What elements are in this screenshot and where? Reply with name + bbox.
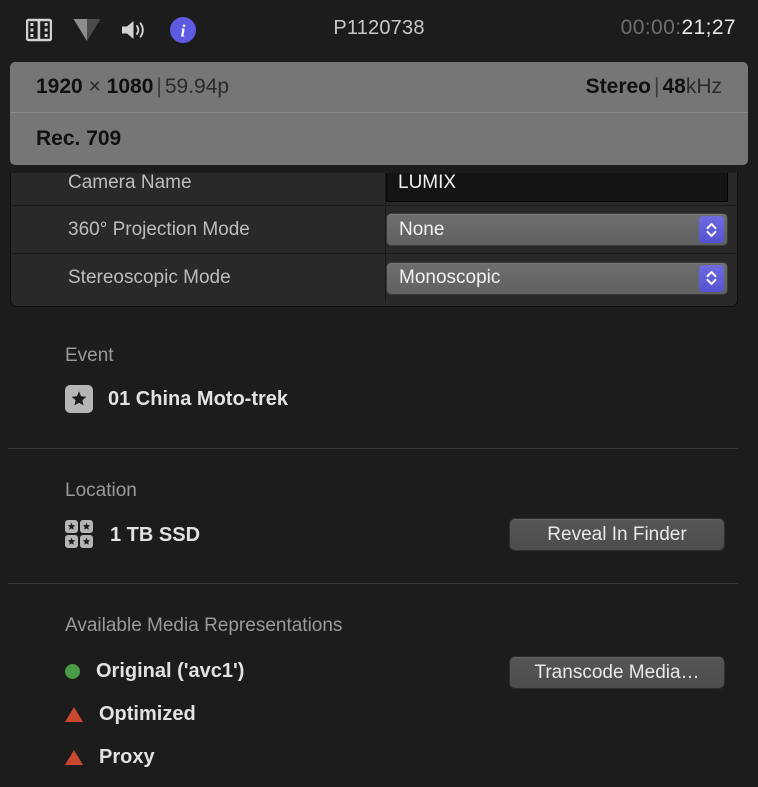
format-divider-2: |	[654, 75, 660, 98]
audio-channels: Stereo	[585, 75, 651, 98]
media-representation-original: Original ('avc1')	[65, 660, 244, 683]
media-representation-label: Optimized	[99, 703, 196, 725]
divider-event-location	[8, 448, 738, 449]
chevron-updown-icon[interactable]	[699, 216, 724, 243]
section-title-location: Location	[65, 480, 137, 501]
row-stereoscopic-mode: Stereoscopic Mode Monoscopic	[11, 254, 737, 302]
metadata-row-colorspace: Rec. 709	[10, 113, 748, 164]
audio-format-summary: Stereo | 48kHz	[586, 75, 722, 99]
resolution-height: 1080	[106, 75, 154, 98]
media-metadata-banner: 1920 × 1080 | 59.94p Stereo | 48kHz Rec. 709	[10, 62, 748, 165]
projection-mode-value: None	[399, 218, 445, 240]
location-name: 1 TB SSD	[110, 523, 201, 546]
timecode-value: 21;27	[681, 16, 736, 39]
library-cell	[80, 520, 93, 533]
location-item[interactable]: 1 TB SSD	[65, 520, 200, 550]
status-unavailable-icon	[65, 750, 83, 765]
chevron-updown-icon[interactable]	[699, 264, 724, 292]
divider-location-media	[8, 583, 738, 584]
resolution-times: ×	[88, 75, 101, 98]
section-title-media-representations: Available Media Representations	[65, 615, 343, 636]
media-representation-label: Original ('avc1')	[96, 660, 245, 682]
video-format-summary: 1920 × 1080 | 59.94p	[36, 75, 229, 99]
frame-rate: 59.94p	[164, 75, 230, 98]
row-camera-name: Camera Name LUMIX	[11, 173, 737, 206]
row-value-camera-name: LUMIX	[386, 173, 737, 202]
timecode-leading-zeros: 00:00:	[620, 16, 682, 39]
section-title-event: Event	[65, 345, 114, 366]
status-available-icon	[65, 664, 80, 679]
library-cell	[65, 535, 78, 548]
media-representation-optimized: Optimized	[65, 703, 196, 726]
media-representation-label: Proxy	[99, 746, 155, 768]
row-value-stereoscopic-mode: Monoscopic	[386, 261, 737, 295]
sample-rate-number: 48	[662, 75, 686, 98]
star-icon	[65, 385, 93, 413]
timecode-display[interactable]: 00:00:21;27	[621, 16, 736, 40]
camera-name-input[interactable]: LUMIX	[386, 173, 728, 202]
transcode-media-button[interactable]: Transcode Media…	[509, 656, 725, 689]
row-label-camera-name: Camera Name	[11, 173, 386, 205]
sample-rate-unit: kHz	[685, 75, 722, 98]
row-label-stereoscopic-mode: Stereoscopic Mode	[11, 254, 386, 302]
event-item[interactable]: 01 China Moto-trek	[65, 385, 288, 413]
clip-info-inspector: i P1120738 00:00:21;27 1920 × 1080 | 59.94…	[0, 0, 758, 787]
stereoscopic-mode-value: Monoscopic	[399, 267, 501, 288]
reveal-in-finder-button[interactable]: Reveal In Finder	[509, 518, 725, 551]
stereoscopic-mode-popup[interactable]: Monoscopic	[386, 261, 728, 295]
row-label-projection-mode: 360° Projection Mode	[11, 206, 386, 253]
library-icon	[65, 520, 95, 550]
format-divider-1: |	[156, 75, 162, 98]
row-value-projection-mode: None	[386, 213, 737, 246]
color-space: Rec. 709	[36, 126, 122, 150]
status-unavailable-icon	[65, 707, 83, 722]
projection-mode-popup[interactable]: None	[386, 213, 728, 246]
inspector-toolbar: i P1120738 00:00:21;27	[0, 0, 758, 60]
clip-properties-list: Camera Name LUMIX 360° Projection Mode N…	[10, 173, 738, 307]
row-projection-mode: 360° Projection Mode None	[11, 206, 737, 254]
metadata-row-format: 1920 × 1080 | 59.94p Stereo | 48kHz	[10, 62, 748, 113]
event-name: 01 China Moto-trek	[108, 387, 289, 410]
library-cell	[65, 520, 78, 533]
media-representation-proxy: Proxy	[65, 746, 155, 769]
resolution-width: 1920	[36, 75, 83, 98]
library-cell	[80, 535, 93, 548]
